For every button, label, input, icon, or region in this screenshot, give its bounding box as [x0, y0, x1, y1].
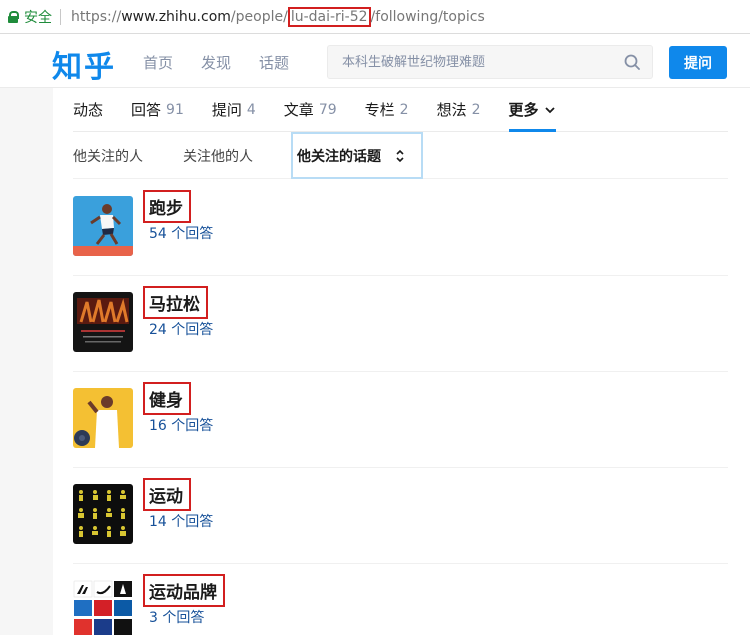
search-box: [327, 45, 653, 79]
site-header: 知乎 首页 发现 话题 提问: [0, 34, 750, 88]
url-highlighted-user-id: lu-dai-ri-52: [287, 6, 371, 27]
tab-activity[interactable]: 动态: [73, 88, 103, 132]
tab-label: 提问: [211, 101, 242, 119]
nav-home[interactable]: 首页: [143, 52, 173, 73]
topic-item[interactable]: 运动品牌 3 个回答: [73, 564, 728, 635]
tab-label: 动态: [73, 101, 104, 119]
chevron-down-icon: [544, 106, 555, 113]
fitness-image[interactable]: [73, 388, 133, 448]
tab-pins[interactable]: 想法 2: [437, 88, 481, 132]
search-input[interactable]: [328, 46, 598, 78]
topic-answer-count[interactable]: 3 个回答: [149, 607, 204, 627]
url-scheme: https://: [71, 8, 122, 25]
topic-item[interactable]: 健身 16 个回答: [73, 372, 728, 468]
tab-label: 文章: [283, 101, 314, 119]
tab-count: 4: [246, 101, 256, 118]
topic-name[interactable]: 跑步: [143, 190, 191, 223]
tab-more[interactable]: 更多: [508, 88, 556, 132]
subtab-followers[interactable]: 关注他的人: [183, 146, 253, 166]
browser-address-bar[interactable]: 安全 https://www.zhihu.com/people/lu-dai-r…: [0, 0, 750, 34]
search-icon[interactable]: [624, 54, 640, 70]
tab-label: 更多: [508, 101, 539, 119]
topic-item[interactable]: 跑步 54 个回答: [73, 180, 728, 276]
tab-count: 2: [399, 101, 409, 118]
divider: [60, 8, 61, 25]
url-text[interactable]: https://www.zhihu.com/people/lu-dai-ri-5…: [71, 6, 485, 27]
topic-answer-count[interactable]: 14 个回答: [149, 511, 213, 531]
topic-name[interactable]: 运动: [143, 478, 191, 511]
profile-card: 动态 回答 91 提问 4 文章 79 专栏 2 想法 2 更多 他关注的人 关注他的人 …: [53, 88, 750, 635]
tab-count: 91: [166, 101, 184, 118]
tab-questions[interactable]: 提问 4: [212, 88, 256, 132]
secure-label: 安全: [24, 9, 52, 26]
main-nav: 首页 发现 话题: [143, 52, 289, 73]
ask-button[interactable]: 提问: [669, 46, 727, 79]
brand-logos-image[interactable]: [73, 580, 133, 635]
following-subtabs: 他关注的人 关注他的人 他关注的话题: [73, 132, 728, 179]
topic-answer-count[interactable]: 54 个回答: [149, 223, 213, 243]
tab-columns[interactable]: 专栏 2: [365, 88, 409, 132]
tab-count: 79: [318, 101, 337, 118]
url-host: www.zhihu.com: [121, 8, 231, 25]
topic-answer-count[interactable]: 16 个回答: [149, 415, 213, 435]
tab-count: 2: [471, 101, 481, 118]
sports-pictograms-image[interactable]: [73, 484, 133, 544]
marathon-poster-image[interactable]: [73, 292, 133, 352]
topic-name[interactable]: 运动品牌: [143, 574, 225, 607]
tab-label: 想法: [436, 101, 467, 119]
subtab-following-topics[interactable]: 他关注的话题: [291, 132, 423, 179]
topic-item[interactable]: 马拉松 24 个回答: [73, 276, 728, 372]
topic-answer-count[interactable]: 24 个回答: [149, 319, 213, 339]
tab-label: 专栏: [364, 101, 395, 119]
url-path-before: /people/: [230, 8, 288, 25]
nav-explore[interactable]: 发现: [201, 52, 231, 73]
profile-tabs: 动态 回答 91 提问 4 文章 79 专栏 2 想法 2 更多: [73, 88, 728, 132]
topic-name[interactable]: 马拉松: [143, 286, 208, 319]
subtab-label: 他关注的话题: [297, 148, 381, 165]
nav-topics[interactable]: 话题: [259, 52, 289, 73]
topic-name[interactable]: 健身: [143, 382, 191, 415]
sort-updown-icon: [396, 149, 404, 162]
tab-label: 回答: [131, 101, 162, 119]
tab-answers[interactable]: 回答 91: [131, 88, 184, 132]
subtab-following-people[interactable]: 他关注的人: [73, 146, 143, 166]
url-path-after: /following/topics: [370, 8, 485, 25]
lock-icon: [8, 10, 19, 23]
tab-articles[interactable]: 文章 79: [284, 88, 337, 132]
runner-image[interactable]: [73, 196, 133, 256]
zhihu-logo[interactable]: 知乎: [52, 42, 116, 86]
topic-item[interactable]: 运动 14 个回答: [73, 468, 728, 564]
